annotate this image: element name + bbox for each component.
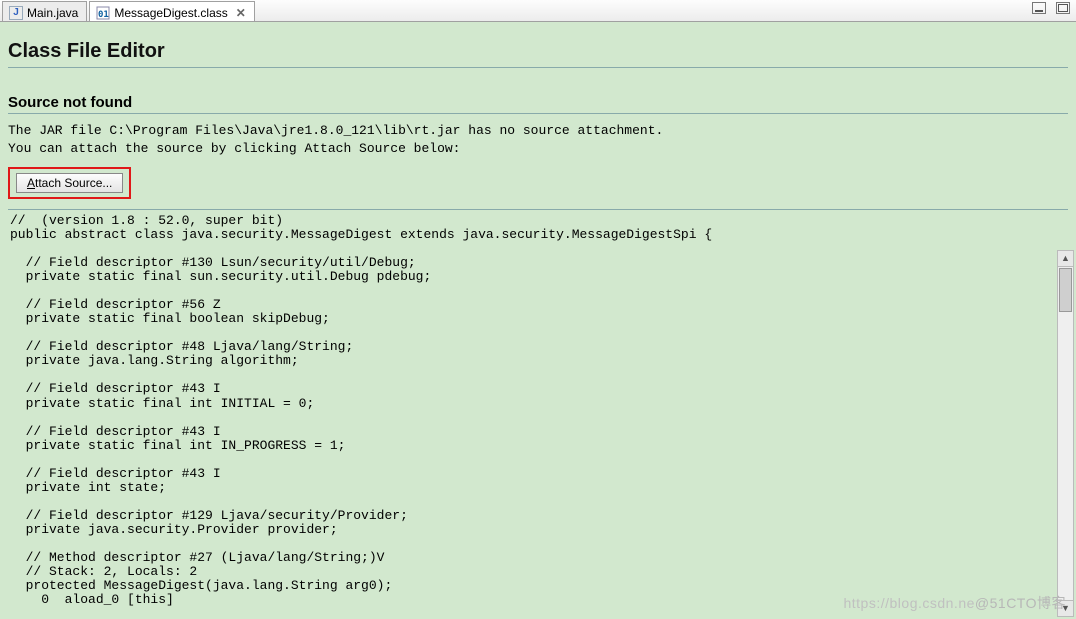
attach-source-button[interactable]: Attach Source...	[16, 173, 123, 193]
attach-instruction: You can attach the source by clicking At…	[8, 140, 1068, 158]
decompiled-code: // (version 1.8 : 52.0, super bit) publi…	[8, 212, 1068, 607]
tab-messagedigest-class[interactable]: 01 MessageDigest.class ✕	[89, 1, 254, 21]
divider	[8, 67, 1068, 68]
tab-main-java[interactable]: J Main.java	[2, 1, 87, 21]
vertical-scrollbar[interactable]: ▲ ▼	[1057, 250, 1074, 617]
tab-label: Main.java	[27, 6, 78, 20]
editor-tabbar: J Main.java 01 MessageDigest.class ✕	[0, 0, 1076, 22]
close-icon[interactable]: ✕	[236, 6, 246, 20]
tab-label: MessageDigest.class	[114, 6, 227, 20]
page-title: Class File Editor	[8, 40, 1068, 63]
scroll-down-icon[interactable]: ▼	[1058, 600, 1073, 616]
divider	[8, 113, 1068, 114]
scroll-up-icon[interactable]: ▲	[1058, 251, 1073, 267]
maximize-icon[interactable]	[1056, 2, 1070, 14]
svg-text:01: 01	[98, 10, 109, 20]
minimize-icon[interactable]	[1032, 2, 1046, 14]
decompiled-code-pane: // (version 1.8 : 52.0, super bit) publi…	[8, 212, 1068, 607]
jar-path-message: The JAR file C:\Program Files\Java\jre1.…	[8, 122, 1068, 140]
java-file-icon: J	[9, 6, 23, 20]
scroll-thumb[interactable]	[1059, 268, 1072, 312]
divider	[8, 209, 1068, 210]
class-file-icon: 01	[96, 6, 110, 20]
class-file-editor: Class File Editor Source not found The J…	[0, 22, 1076, 619]
attach-source-highlight: Attach Source...	[8, 167, 131, 199]
window-controls	[1032, 2, 1070, 14]
source-not-found-heading: Source not found	[8, 94, 1068, 111]
